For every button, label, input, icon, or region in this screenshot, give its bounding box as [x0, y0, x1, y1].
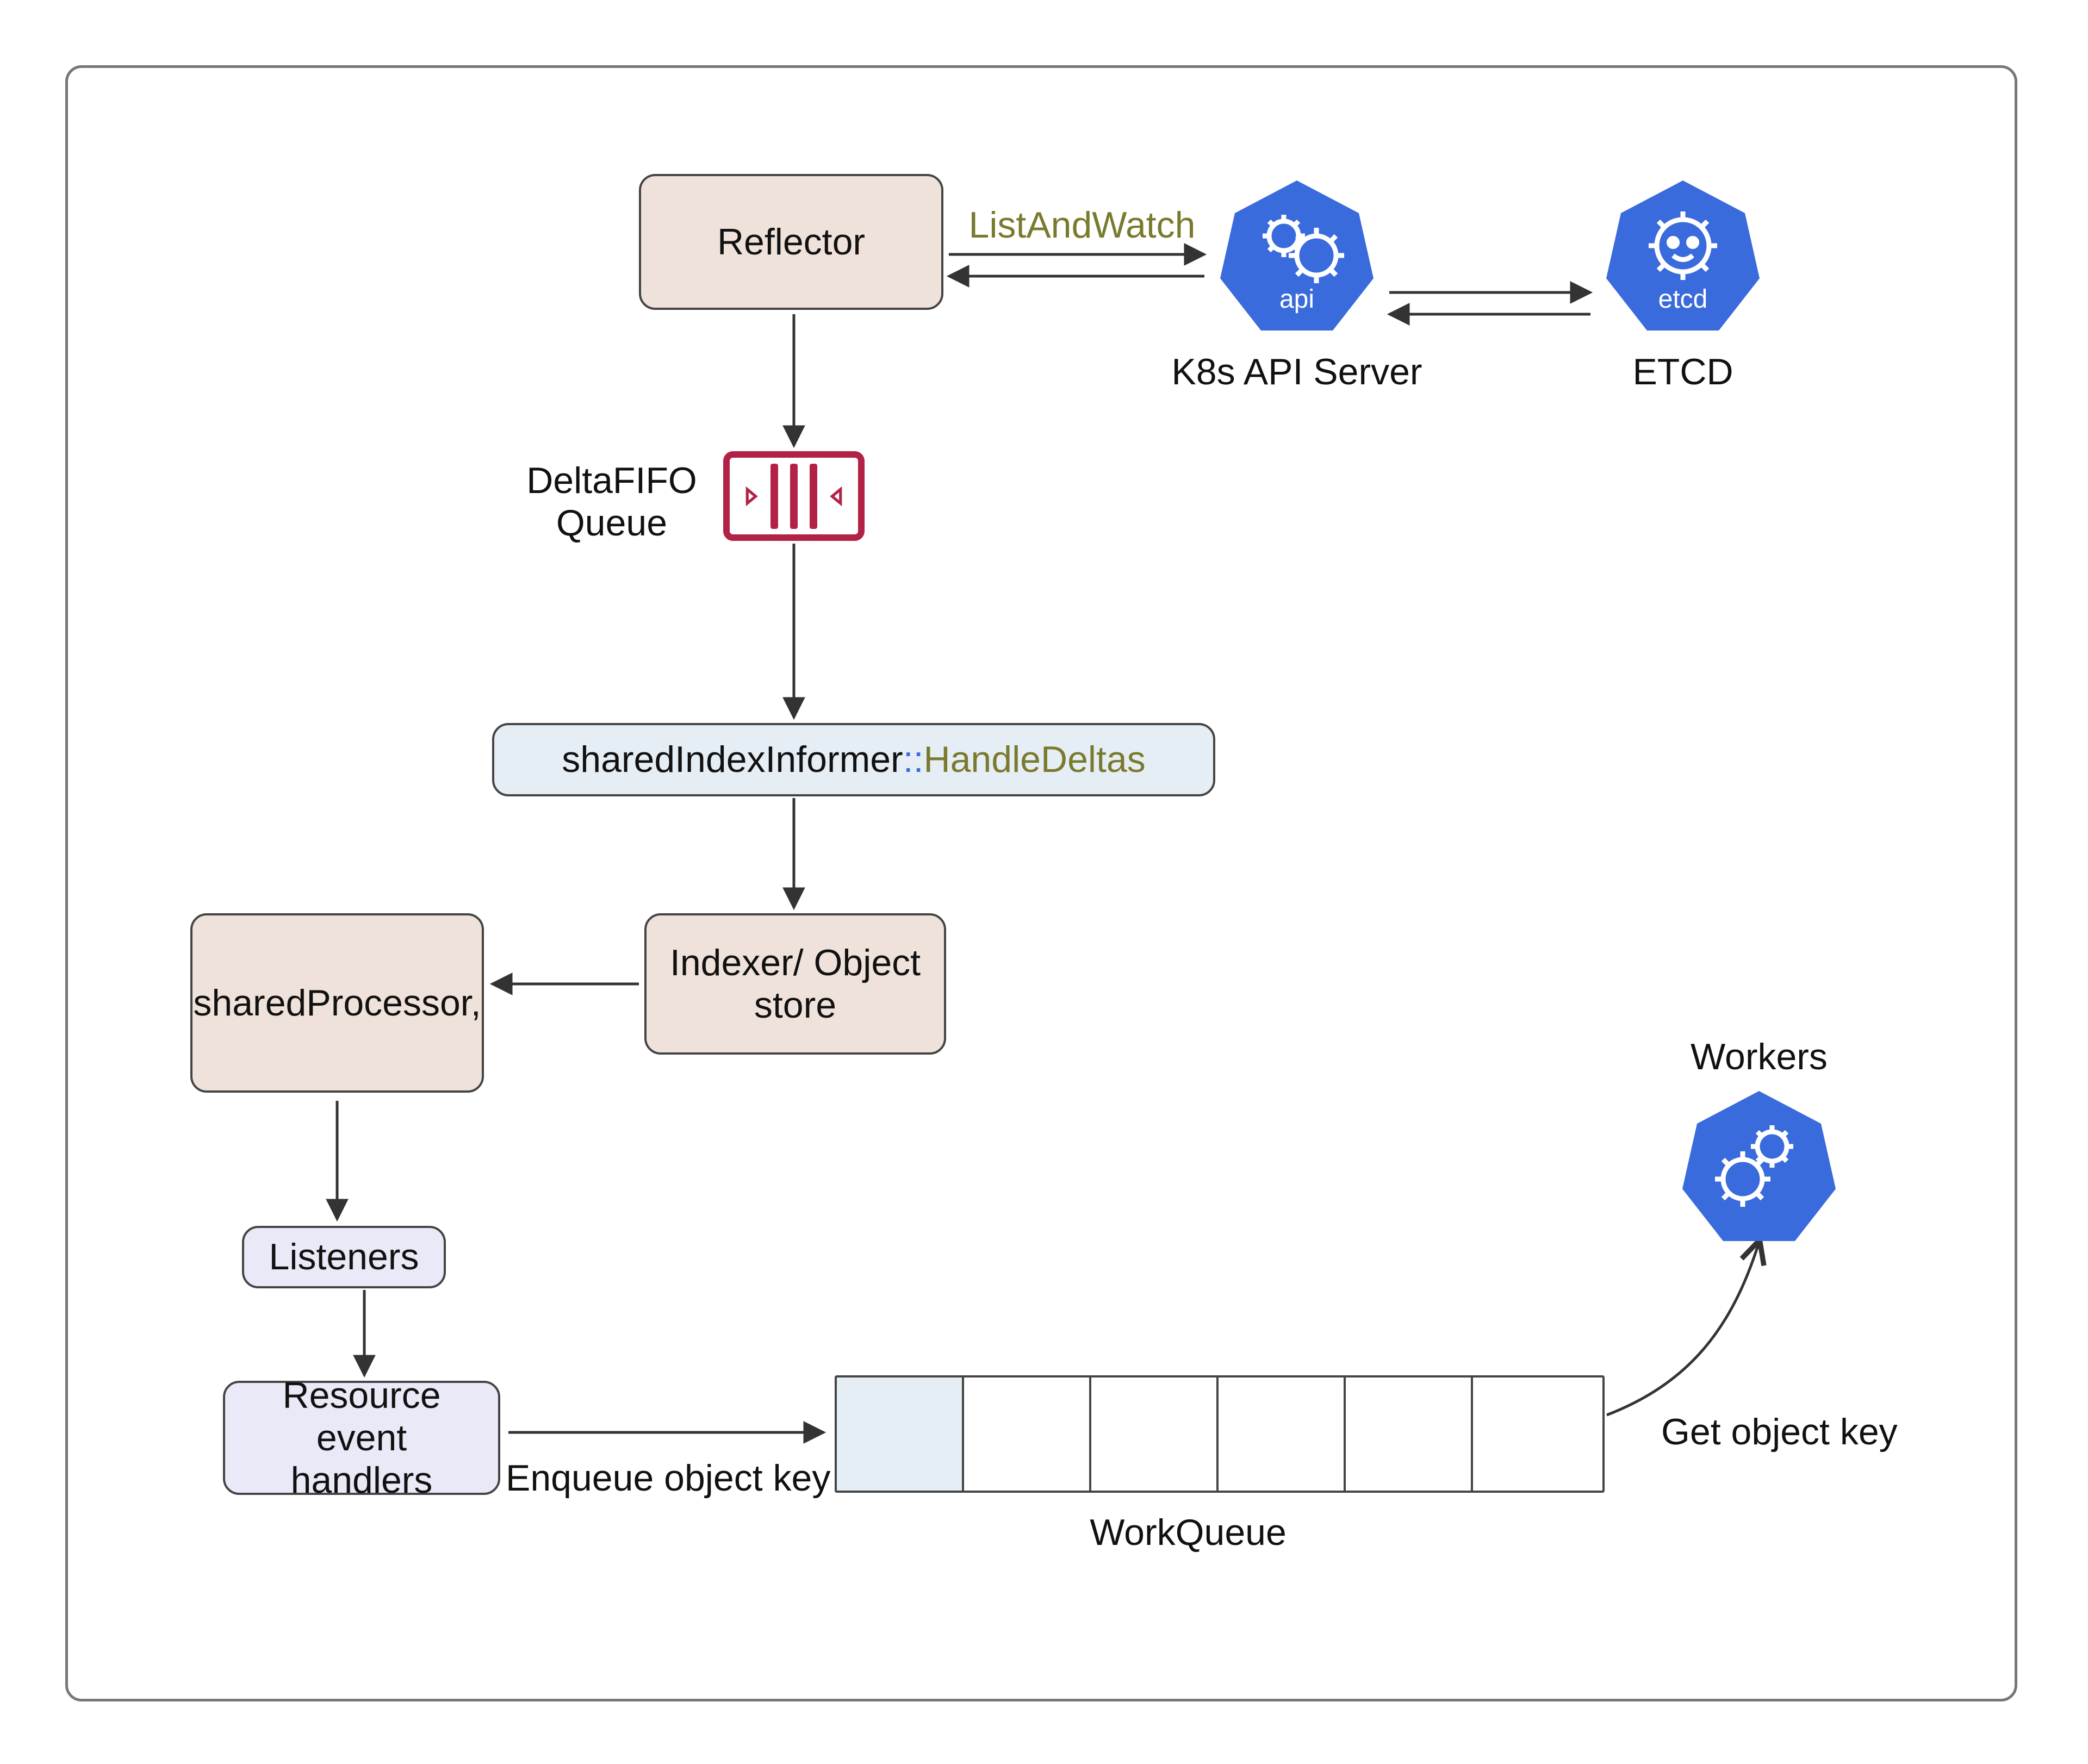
handle-deltas-suffix: HandleDeltas: [924, 739, 1146, 780]
workqueue-cell: [964, 1377, 1091, 1491]
shared-processor-label: sharedProcessor,: [193, 982, 481, 1024]
listeners-label: Listeners: [269, 1236, 419, 1278]
listeners-node: Listeners: [242, 1226, 446, 1288]
delta-fifo-icon: [723, 451, 865, 541]
handle-deltas-text: sharedIndexInformer::HandleDeltas: [562, 738, 1145, 781]
etcd-label: ETCD: [1601, 351, 1764, 393]
handle-deltas-sep: ::: [903, 739, 924, 780]
resource-handlers-node: Resource event handlers: [223, 1381, 500, 1495]
list-and-watch-label: ListAndWatch: [960, 204, 1204, 246]
workqueue-cell: [1473, 1377, 1600, 1491]
workers-badge-icon: [1677, 1084, 1841, 1248]
svg-text:etcd: etcd: [1658, 285, 1708, 314]
workqueue-cell: [1346, 1377, 1473, 1491]
workers-label: Workers: [1677, 1036, 1841, 1078]
indexer-node: Indexer/ Object store: [644, 913, 946, 1055]
workqueue-node: [835, 1375, 1605, 1493]
workqueue-cell: [837, 1377, 964, 1491]
enqueue-label: Enqueue object key: [506, 1457, 832, 1499]
indexer-label: Indexer/ Object store: [670, 942, 921, 1026]
diagram-frame: Reflector ListAndWatch api K8s API Serve…: [65, 65, 2017, 1701]
workqueue-cell: [1091, 1377, 1219, 1491]
k8s-api-badge-icon: api: [1215, 174, 1378, 337]
svg-text:api: api: [1279, 285, 1314, 314]
get-object-key-label: Get object key: [1661, 1411, 1944, 1453]
etcd-badge-icon: etcd: [1601, 174, 1764, 337]
handle-deltas-node: sharedIndexInformer::HandleDeltas: [492, 723, 1215, 796]
k8s-api-server-label: K8s API Server: [1161, 351, 1433, 393]
workqueue-cell: [1219, 1377, 1346, 1491]
resource-handlers-label: Resource event handlers: [236, 1374, 487, 1502]
handle-deltas-prefix: sharedIndexInformer: [562, 739, 903, 780]
reflector-label: Reflector: [717, 221, 865, 263]
reflector-node: Reflector: [639, 174, 943, 310]
shared-processor-node: sharedProcessor,: [190, 913, 484, 1093]
workqueue-label: WorkQueue: [1052, 1511, 1324, 1554]
delta-fifo-label: DeltaFIFO Queue: [514, 459, 710, 544]
